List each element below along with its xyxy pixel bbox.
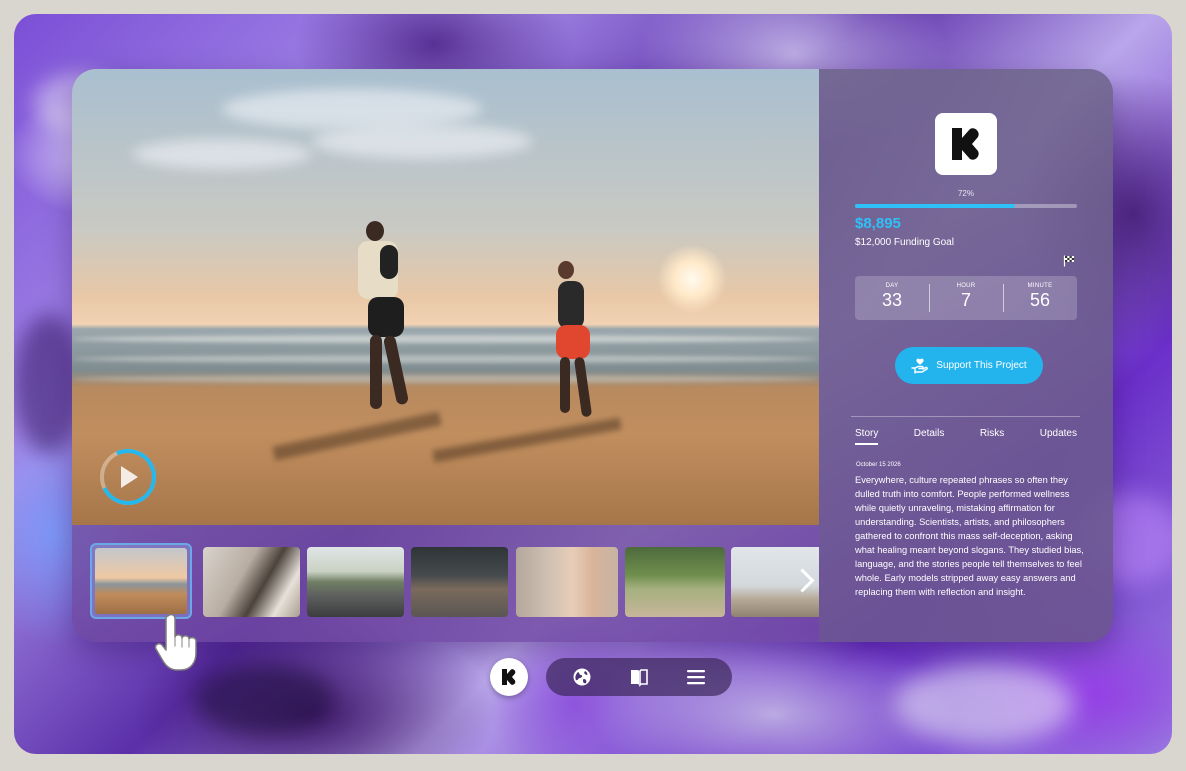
- dock-book-button[interactable]: [629, 667, 649, 687]
- outdoor-yoga-photo: [625, 547, 725, 617]
- support-project-button[interactable]: Support This Project: [895, 347, 1043, 384]
- progress-bar: [855, 204, 1077, 208]
- dock-nav: [546, 658, 732, 696]
- tab-risks[interactable]: Risks: [980, 428, 1004, 445]
- flag-icon[interactable]: [1063, 255, 1075, 267]
- countdown-timer: DAY 33 HOUR 7 MINUTE 56: [855, 276, 1077, 320]
- kickstarter-logo-icon: [502, 669, 516, 685]
- play-button[interactable]: [92, 441, 164, 513]
- pointer-hand-icon: [154, 613, 197, 671]
- dock-home-button[interactable]: [490, 658, 528, 696]
- story-date: October 15 2026: [856, 462, 901, 468]
- book-icon: [630, 669, 648, 687]
- thumbnail-cyclist[interactable]: [307, 547, 404, 617]
- thumbnail-beach-runners[interactable]: [90, 543, 192, 619]
- story-text: Everywhere, culture repeated phrases so …: [855, 475, 1084, 597]
- content-tabs: Story Details Risks Updates: [855, 428, 1077, 445]
- cyclist-photo: [307, 547, 404, 617]
- thumbnail-strip: [90, 543, 819, 623]
- thumbnail-climbing-wall[interactable]: [203, 547, 300, 617]
- sprinter-start-photo: [411, 547, 508, 617]
- hero-image: [72, 69, 819, 525]
- support-button-label: Support This Project: [936, 360, 1027, 371]
- bottom-dock: [488, 656, 738, 698]
- play-icon: [121, 466, 138, 488]
- menu-icon: [686, 670, 705, 685]
- climbing-wall-photo: [203, 547, 300, 617]
- progress-fill: [855, 204, 1015, 208]
- project-card: 72% $8,895 $12,000 Funding Goal DAY 33 H…: [72, 69, 1113, 642]
- thumbnail-yoga-hands[interactable]: [516, 547, 618, 617]
- runner-woman: [550, 259, 610, 425]
- countdown-day: DAY 33: [881, 283, 903, 310]
- dock-menu-button[interactable]: [686, 667, 706, 687]
- sun: [657, 244, 727, 314]
- tab-updates[interactable]: Updates: [1040, 428, 1077, 445]
- campaign-panel: 72% $8,895 $12,000 Funding Goal DAY 33 H…: [819, 69, 1113, 642]
- runner-man: [352, 219, 432, 419]
- kickstarter-logo-icon: [952, 128, 979, 160]
- thumbnail-sprinter-start[interactable]: [411, 547, 508, 617]
- progress-percent: 72%: [957, 189, 974, 198]
- kickstarter-logo: [935, 113, 997, 175]
- divider: [851, 416, 1080, 417]
- amount-raised: $8,895: [855, 215, 901, 232]
- tab-story[interactable]: Story: [855, 428, 879, 445]
- thumbnail-outdoor-yoga[interactable]: [625, 547, 725, 617]
- countdown-minute: MINUTE 56: [1003, 276, 1077, 320]
- countdown-hour: HOUR 7: [929, 276, 1003, 320]
- hand-heart-icon: [911, 358, 929, 374]
- tab-details[interactable]: Details: [914, 428, 945, 445]
- globe-icon: [573, 668, 591, 686]
- dock-globe-button[interactable]: [572, 667, 592, 687]
- yoga-hands-photo: [516, 547, 618, 617]
- beach-runners-photo: [95, 548, 187, 614]
- funding-goal: $12,000 Funding Goal: [855, 237, 954, 248]
